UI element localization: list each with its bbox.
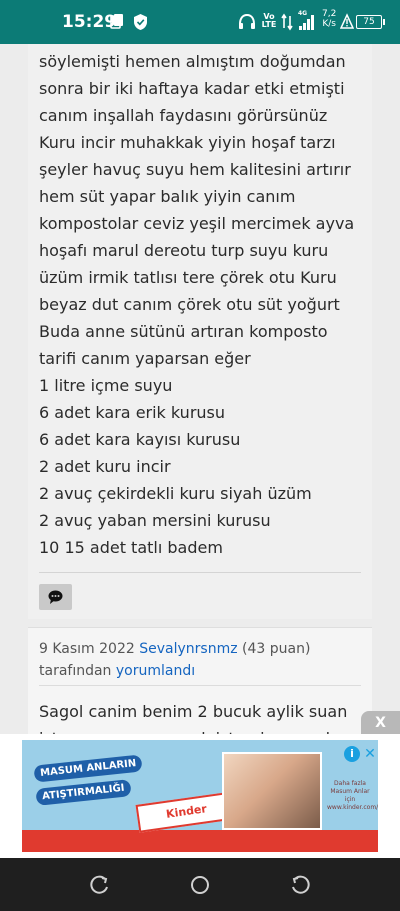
ad-info-icon[interactable]: i — [344, 746, 360, 762]
status-time: 15:29 — [62, 12, 117, 32]
post-text-line: sonra bir iki haftaya kadar etki etmişti — [39, 79, 345, 98]
comment-bubble-icon — [48, 590, 63, 604]
ad-photo — [222, 752, 322, 830]
ad-slogan-line2: ATIŞTIRMALIĞI — [35, 779, 132, 806]
post-text-line: beyaz dut canım çörek otu süt yoğurt — [39, 295, 340, 314]
ad-small-text: Daha fazla Masum Anlar için www.kinder.c… — [327, 780, 378, 811]
ad-red-band — [22, 830, 378, 852]
navigation-bar — [0, 858, 400, 911]
post-text-line: 2 avuç yaban mersini kurusu — [39, 511, 271, 530]
status-bar: 15:29 Vo LTE 4G 7,2 K/s 75 — [0, 0, 400, 44]
data-arrows-icon — [281, 13, 293, 31]
battery-icon: 75 — [356, 15, 385, 29]
post-text-line: 6 adet kara kayısı kurusu — [39, 430, 241, 449]
recents-icon[interactable] — [88, 873, 112, 897]
comment-meta: 9 Kasım 2022 Sevalynrsnmz (43 puan) tara… — [39, 638, 369, 682]
post-text-line: hem süt yapar balık yiyin canım — [39, 187, 296, 206]
copy-icon — [110, 14, 123, 29]
divider — [39, 572, 361, 573]
ad-close-tab[interactable]: X — [361, 711, 400, 735]
ad-banner[interactable]: MASUM ANLARIN ATIŞTIRMALIĞI Kinder Daha … — [22, 740, 378, 852]
post-text-line: tarifi canım yaparsan eğer — [39, 349, 251, 368]
comment-points: (43 puan) — [242, 641, 311, 657]
headset-icon — [239, 13, 255, 29]
warning-icon — [340, 13, 354, 29]
ad-dismiss-icon[interactable]: ✕ — [362, 746, 378, 762]
post-text-line: kompostolar ceviz yeşil mercimek ayva — [39, 214, 355, 233]
back-icon[interactable] — [288, 873, 312, 897]
ad-container: MASUM ANLARIN ATIŞTIRMALIĞI Kinder Daha … — [0, 734, 400, 858]
signal-icon — [299, 15, 314, 30]
post-text-line: Kuru incir muhakkak yiyin hoşaf tarzı — [39, 133, 336, 152]
comment-author-link[interactable]: Sevalynrsnmz — [139, 641, 237, 657]
post-text-line: üzüm irmik tatlısı tere çörek otu Kuru — [39, 268, 337, 287]
comment-date: 9 Kasım 2022 — [39, 641, 135, 657]
post-text-line: 2 adet kuru incir — [39, 457, 171, 476]
divider — [39, 685, 361, 686]
home-icon[interactable] — [188, 873, 212, 897]
page-content: söylemişti hemen almıştım doğumdan sonra … — [0, 44, 400, 734]
comment-action-link[interactable]: yorumlandı — [116, 663, 195, 679]
comment-text-line: Sagol canim benim 2 bucuk aylik suan — [39, 702, 348, 721]
post-text-line: 6 adet kara erik kurusu — [39, 403, 226, 422]
post-text-line: hoşafı marul dereotu turp suyu kuru — [39, 241, 329, 260]
post-text-line: canım inşallah faydasını görürsünüz — [39, 106, 328, 125]
shield-icon — [134, 14, 147, 30]
post-text-line: 1 litre içme suyu — [39, 376, 173, 395]
comment-by-label: tarafından — [39, 663, 112, 679]
post-text-line: şeyler havuç suyu hem kalitesini artırır — [39, 160, 351, 179]
post-text-line: 10 15 adet tatlı badem — [39, 538, 223, 557]
post-text-line: 2 avuç çekirdekli kuru siyah üzüm — [39, 484, 312, 503]
post-text-line: Buda anne sütünü artıran komposto — [39, 322, 328, 341]
comment-button[interactable] — [39, 584, 72, 610]
post-body: söylemişti hemen almıştım doğumdan sonra … — [39, 48, 369, 561]
ad-slogan-line1: MASUM ANLARIN — [33, 754, 144, 783]
volte-icon: Vo LTE — [261, 12, 277, 29]
comment-text-line: iste memeye yasmak istemiyor ve de — [39, 725, 340, 734]
net-speed: 7,2 K/s — [322, 9, 337, 29]
post-text-line: söylemişti hemen almıştım doğumdan — [39, 52, 346, 71]
